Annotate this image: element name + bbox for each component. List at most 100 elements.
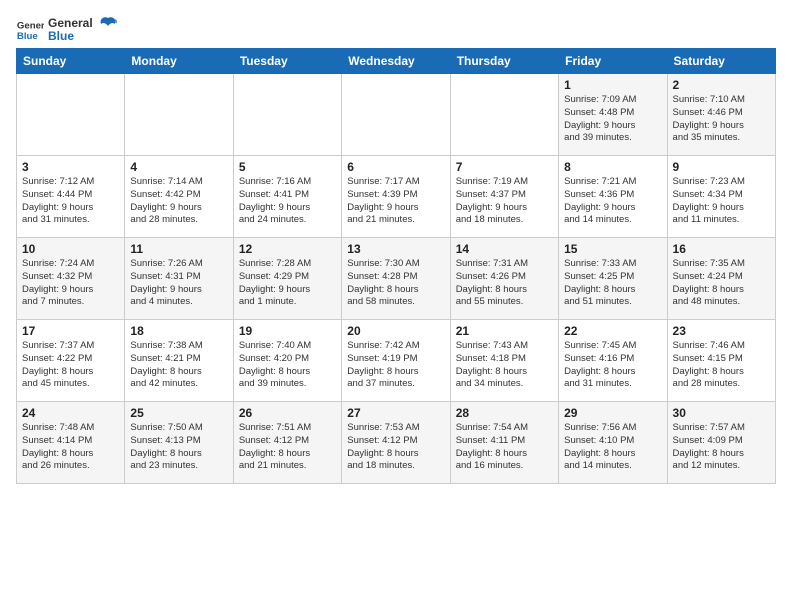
day-info: Sunrise: 7:16 AM Sunset: 4:41 PM Dayligh…	[239, 176, 336, 227]
day-info: Sunrise: 7:45 AM Sunset: 4:16 PM Dayligh…	[564, 340, 661, 391]
calendar-cell	[450, 74, 558, 156]
weekday-header-sunday: Sunday	[17, 49, 125, 74]
calendar-cell: 19 Sunrise: 7:40 AM Sunset: 4:20 PM Dayli…	[233, 320, 341, 402]
day-number: 19	[239, 324, 336, 338]
page: General Blue General Blue SundayMondayTu…	[0, 0, 792, 612]
day-info: Sunrise: 7:37 AM Sunset: 4:22 PM Dayligh…	[22, 340, 119, 391]
day-number: 14	[456, 242, 553, 256]
calendar-cell: 2Sunrise: 7:10 AM Sunset: 4:46 PM Daylig…	[667, 74, 775, 156]
calendar-cell: 28 Sunrise: 7:54 AM Sunset: 4:11 PM Dayli…	[450, 402, 558, 484]
weekday-header-friday: Friday	[559, 49, 667, 74]
day-info: Sunrise: 7:28 AM Sunset: 4:29 PM Dayligh…	[239, 258, 336, 309]
day-info: Sunrise: 7:40 AM Sunset: 4:20 PM Dayligh…	[239, 340, 336, 391]
weekday-header-thursday: Thursday	[450, 49, 558, 74]
calendar-cell: 15 Sunrise: 7:33 AM Sunset: 4:25 PM Dayli…	[559, 238, 667, 320]
day-number: 12	[239, 242, 336, 256]
day-number: 22	[564, 324, 661, 338]
day-info: Sunrise: 7:31 AM Sunset: 4:26 PM Dayligh…	[456, 258, 553, 309]
calendar-table: SundayMondayTuesdayWednesdayThursdayFrid…	[16, 48, 776, 484]
calendar-cell: 6 Sunrise: 7:17 AM Sunset: 4:39 PM Daylig…	[342, 156, 450, 238]
day-number: 28	[456, 406, 553, 420]
calendar-cell: 10 Sunrise: 7:24 AM Sunset: 4:32 PM Dayli…	[17, 238, 125, 320]
calendar-week-row: 17 Sunrise: 7:37 AM Sunset: 4:22 PM Dayli…	[17, 320, 776, 402]
calendar-cell: 5 Sunrise: 7:16 AM Sunset: 4:41 PM Daylig…	[233, 156, 341, 238]
logo-blue: Blue	[48, 30, 93, 43]
day-number: 23	[673, 324, 770, 338]
calendar-cell: 4Sunrise: 7:14 AM Sunset: 4:42 PM Daylig…	[125, 156, 233, 238]
day-info: Sunrise: 7:54 AM Sunset: 4:11 PM Dayligh…	[456, 422, 553, 473]
day-number: 7	[456, 160, 553, 174]
weekday-header-monday: Monday	[125, 49, 233, 74]
day-number: 10	[22, 242, 119, 256]
day-number: 9	[673, 160, 770, 174]
calendar-cell: 9 Sunrise: 7:23 AM Sunset: 4:34 PM Daylig…	[667, 156, 775, 238]
calendar-cell: 29Sunrise: 7:56 AM Sunset: 4:10 PM Dayli…	[559, 402, 667, 484]
day-info: Sunrise: 7:10 AM Sunset: 4:46 PM Dayligh…	[673, 94, 770, 145]
calendar-cell: 21Sunrise: 7:43 AM Sunset: 4:18 PM Dayli…	[450, 320, 558, 402]
day-number: 1	[564, 78, 661, 92]
calendar-cell: 30 Sunrise: 7:57 AM Sunset: 4:09 PM Dayli…	[667, 402, 775, 484]
day-info: Sunrise: 7:17 AM Sunset: 4:39 PM Dayligh…	[347, 176, 444, 227]
day-info: Sunrise: 7:09 AM Sunset: 4:48 PM Dayligh…	[564, 94, 661, 145]
header: General Blue General Blue	[16, 12, 776, 44]
calendar-cell: 3 Sunrise: 7:12 AM Sunset: 4:44 PM Daylig…	[17, 156, 125, 238]
logo-bird-icon	[99, 16, 117, 36]
calendar-cell: 13 Sunrise: 7:30 AM Sunset: 4:28 PM Dayli…	[342, 238, 450, 320]
calendar-cell: 8Sunrise: 7:21 AM Sunset: 4:36 PM Daylig…	[559, 156, 667, 238]
calendar-cell: 20 Sunrise: 7:42 AM Sunset: 4:19 PM Dayli…	[342, 320, 450, 402]
day-info: Sunrise: 7:57 AM Sunset: 4:09 PM Dayligh…	[673, 422, 770, 473]
day-info: Sunrise: 7:42 AM Sunset: 4:19 PM Dayligh…	[347, 340, 444, 391]
day-number: 5	[239, 160, 336, 174]
day-number: 20	[347, 324, 444, 338]
day-info: Sunrise: 7:46 AM Sunset: 4:15 PM Dayligh…	[673, 340, 770, 391]
logo: General Blue General Blue	[16, 16, 117, 44]
calendar-cell	[17, 74, 125, 156]
day-info: Sunrise: 7:19 AM Sunset: 4:37 PM Dayligh…	[456, 176, 553, 227]
weekday-header-wednesday: Wednesday	[342, 49, 450, 74]
calendar-week-row: 1 Sunrise: 7:09 AM Sunset: 4:48 PM Daylig…	[17, 74, 776, 156]
day-number: 30	[673, 406, 770, 420]
calendar-header-row: SundayMondayTuesdayWednesdayThursdayFrid…	[17, 49, 776, 74]
day-number: 26	[239, 406, 336, 420]
day-info: Sunrise: 7:38 AM Sunset: 4:21 PM Dayligh…	[130, 340, 227, 391]
day-number: 3	[22, 160, 119, 174]
day-info: Sunrise: 7:33 AM Sunset: 4:25 PM Dayligh…	[564, 258, 661, 309]
day-number: 24	[22, 406, 119, 420]
day-info: Sunrise: 7:53 AM Sunset: 4:12 PM Dayligh…	[347, 422, 444, 473]
calendar-cell: 26 Sunrise: 7:51 AM Sunset: 4:12 PM Dayli…	[233, 402, 341, 484]
calendar-cell	[342, 74, 450, 156]
calendar-cell: 24 Sunrise: 7:48 AM Sunset: 4:14 PM Dayli…	[17, 402, 125, 484]
day-number: 8	[564, 160, 661, 174]
day-number: 17	[22, 324, 119, 338]
calendar-cell	[233, 74, 341, 156]
day-info: Sunrise: 7:24 AM Sunset: 4:32 PM Dayligh…	[22, 258, 119, 309]
day-info: Sunrise: 7:35 AM Sunset: 4:24 PM Dayligh…	[673, 258, 770, 309]
calendar-cell: 7 Sunrise: 7:19 AM Sunset: 4:37 PM Daylig…	[450, 156, 558, 238]
calendar-cell: 27 Sunrise: 7:53 AM Sunset: 4:12 PM Dayli…	[342, 402, 450, 484]
day-info: Sunrise: 7:23 AM Sunset: 4:34 PM Dayligh…	[673, 176, 770, 227]
day-info: Sunrise: 7:12 AM Sunset: 4:44 PM Dayligh…	[22, 176, 119, 227]
calendar-cell: 18 Sunrise: 7:38 AM Sunset: 4:21 PM Dayli…	[125, 320, 233, 402]
day-info: Sunrise: 7:56 AM Sunset: 4:10 PM Dayligh…	[564, 422, 661, 473]
calendar-week-row: 24 Sunrise: 7:48 AM Sunset: 4:14 PM Dayli…	[17, 402, 776, 484]
day-number: 18	[130, 324, 227, 338]
calendar-week-row: 3 Sunrise: 7:12 AM Sunset: 4:44 PM Daylig…	[17, 156, 776, 238]
calendar-cell: 14 Sunrise: 7:31 AM Sunset: 4:26 PM Dayli…	[450, 238, 558, 320]
day-info: Sunrise: 7:50 AM Sunset: 4:13 PM Dayligh…	[130, 422, 227, 473]
day-number: 4	[130, 160, 227, 174]
weekday-header-tuesday: Tuesday	[233, 49, 341, 74]
day-info: Sunrise: 7:51 AM Sunset: 4:12 PM Dayligh…	[239, 422, 336, 473]
day-number: 27	[347, 406, 444, 420]
calendar-cell: 17 Sunrise: 7:37 AM Sunset: 4:22 PM Dayli…	[17, 320, 125, 402]
day-info: Sunrise: 7:43 AM Sunset: 4:18 PM Dayligh…	[456, 340, 553, 391]
calendar-cell: 22 Sunrise: 7:45 AM Sunset: 4:16 PM Dayli…	[559, 320, 667, 402]
day-number: 11	[130, 242, 227, 256]
calendar-cell: 12 Sunrise: 7:28 AM Sunset: 4:29 PM Dayli…	[233, 238, 341, 320]
day-number: 15	[564, 242, 661, 256]
calendar-week-row: 10 Sunrise: 7:24 AM Sunset: 4:32 PM Dayli…	[17, 238, 776, 320]
day-info: Sunrise: 7:30 AM Sunset: 4:28 PM Dayligh…	[347, 258, 444, 309]
day-info: Sunrise: 7:48 AM Sunset: 4:14 PM Dayligh…	[22, 422, 119, 473]
day-number: 13	[347, 242, 444, 256]
weekday-header-saturday: Saturday	[667, 49, 775, 74]
day-number: 6	[347, 160, 444, 174]
